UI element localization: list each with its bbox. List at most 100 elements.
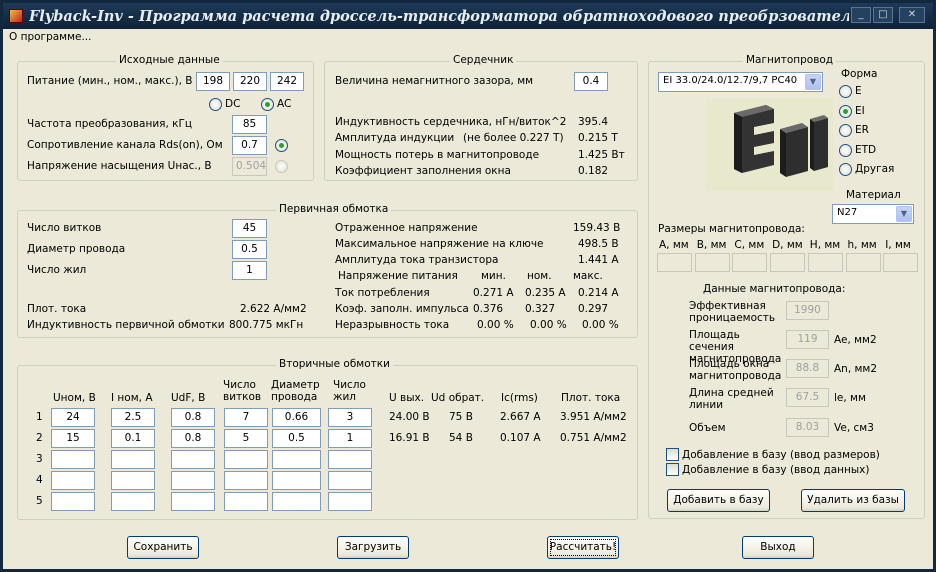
- sec-udrev: 75 В: [449, 411, 473, 423]
- turns-input[interactable]: 45: [232, 219, 267, 238]
- gap-input[interactable]: 0.4: [574, 72, 608, 91]
- delete-from-db-button[interactable]: Удалить из базы: [801, 489, 905, 512]
- ve-label: Объем: [689, 422, 726, 434]
- freq-input[interactable]: 85: [232, 115, 267, 134]
- core-select-value: EI 33.0/24.0/12.7/9,7 PC40: [663, 75, 798, 86]
- shape-radio-4[interactable]: [839, 143, 852, 157]
- input-group-title: Исходные данные: [116, 54, 223, 66]
- strands-input[interactable]: 1: [232, 261, 267, 280]
- ve-input[interactable]: 8.03: [786, 418, 829, 437]
- dim-input-7[interactable]: [883, 253, 919, 272]
- sec-u-input[interactable]: 15: [51, 429, 95, 448]
- ac-radio[interactable]: [261, 98, 274, 111]
- sec-turns-input[interactable]: [224, 471, 268, 490]
- supply-label: Питание (мин., ном., макс.), В: [27, 75, 193, 87]
- vmax-input[interactable]: 242: [270, 72, 304, 91]
- dim-label-4: D, мм: [772, 239, 803, 251]
- vmin-input[interactable]: 198: [196, 72, 230, 91]
- add-dims-label: Добавление в базу (ввод размеров): [682, 449, 880, 461]
- col-nom: ном.: [527, 270, 552, 282]
- title-bar[interactable]: Flyback-Inv - Программа расчета дроссель…: [3, 3, 933, 29]
- sec-wire-input[interactable]: [272, 450, 321, 469]
- sec-udf-input[interactable]: [171, 450, 215, 469]
- load-button[interactable]: Загрузить: [337, 536, 409, 559]
- core-select[interactable]: EI 33.0/24.0/12.7/9,7 PC40 ▼: [658, 72, 823, 92]
- calculate-button[interactable]: Рассчитать!: [547, 536, 619, 559]
- sec-udf-input[interactable]: 0.8: [171, 408, 215, 427]
- shape-radio-1[interactable]: [839, 85, 852, 98]
- sec-turns-input[interactable]: 7: [224, 408, 268, 427]
- dim-label-6: h, мм: [847, 239, 877, 251]
- icons-max: 0.214 А: [578, 287, 619, 299]
- sec-turns-input[interactable]: 5: [224, 429, 268, 448]
- sec-u-input[interactable]: [51, 471, 95, 490]
- add-to-db-button[interactable]: Добавить в базу: [667, 489, 770, 512]
- sec-i-input[interactable]: 0.1: [111, 429, 155, 448]
- dc-radio[interactable]: [209, 98, 222, 111]
- shape-radio-5[interactable]: [839, 163, 852, 176]
- dc-label: DC: [225, 98, 241, 110]
- sec-str-input[interactable]: 3: [328, 408, 372, 427]
- save-button[interactable]: Сохранить: [127, 536, 199, 559]
- dim-input-6[interactable]: [845, 253, 881, 272]
- sec-u-input[interactable]: 24: [51, 408, 95, 427]
- sec-i-input[interactable]: [111, 492, 155, 511]
- dim-input-3[interactable]: [732, 253, 768, 272]
- sec-u-input[interactable]: [51, 492, 95, 511]
- sec-wire-input[interactable]: [272, 492, 321, 511]
- rds-input[interactable]: 0.7: [232, 136, 267, 155]
- sec-i-input[interactable]: [111, 450, 155, 469]
- sec-turns-input[interactable]: [224, 492, 268, 511]
- sec-u-input[interactable]: [51, 450, 95, 469]
- an-input[interactable]: 88.8: [786, 359, 829, 378]
- an-unit: An, мм2: [834, 363, 878, 375]
- chevron-down-icon[interactable]: ▼: [805, 74, 821, 90]
- material-value: N27: [837, 207, 858, 218]
- add-data-checkbox[interactable]: [666, 463, 679, 476]
- wire-input[interactable]: 0.5: [232, 240, 267, 259]
- minimize-button[interactable]: _: [851, 7, 871, 23]
- shape-label-2: EI: [855, 104, 865, 117]
- sec-wire-input[interactable]: 0.66: [272, 408, 321, 427]
- sec-turns-input[interactable]: [224, 450, 268, 469]
- ve-unit: Ve, см3: [834, 422, 874, 434]
- vnom-input[interactable]: 220: [233, 72, 267, 91]
- dim-label-5: H, мм: [809, 239, 841, 251]
- rds-radio[interactable]: [275, 139, 288, 152]
- sec-i-input[interactable]: [111, 471, 155, 490]
- usat-radio[interactable]: [275, 160, 288, 173]
- cont-nom: 0.00 %: [530, 319, 567, 331]
- exit-button[interactable]: Выход: [742, 536, 814, 559]
- sec-str-input[interactable]: [328, 450, 372, 469]
- shape-radio-2[interactable]: [839, 104, 852, 118]
- mu-input[interactable]: 1990: [786, 301, 829, 320]
- sec-udf-input[interactable]: 0.8: [171, 429, 215, 448]
- sec-str-input[interactable]: [328, 492, 372, 511]
- le-input[interactable]: 67.5: [786, 388, 829, 407]
- dim-input-2[interactable]: [694, 253, 730, 272]
- menu-about[interactable]: О программе...: [9, 31, 92, 43]
- close-button[interactable]: ✕: [899, 7, 925, 23]
- sec-row-num: 3: [36, 453, 43, 465]
- material-select[interactable]: N27 ▼: [832, 204, 914, 224]
- chevron-down-icon[interactable]: ▼: [896, 206, 912, 222]
- sec-wire-input[interactable]: 0.5: [272, 429, 321, 448]
- usat-input[interactable]: 0.504: [232, 157, 267, 176]
- sec-header-1: Uном, В: [53, 392, 96, 404]
- dim-input-5[interactable]: [807, 253, 843, 272]
- dim-input-1[interactable]: [657, 253, 692, 272]
- sec-i-input[interactable]: 2.5: [111, 408, 155, 427]
- sec-header-8: Ud обрат.: [431, 392, 485, 404]
- ae-input[interactable]: 119: [786, 330, 829, 349]
- add-dims-checkbox[interactable]: [666, 448, 679, 461]
- maximize-button[interactable]: □: [873, 7, 893, 23]
- sec-str-input[interactable]: [328, 471, 372, 490]
- sec-udf-input[interactable]: [171, 492, 215, 511]
- shape-radio-3[interactable]: [839, 124, 852, 137]
- vr-value: 159.43 В: [573, 222, 621, 234]
- sec-wire-input[interactable]: [272, 471, 321, 490]
- sec-udf-input[interactable]: [171, 471, 215, 490]
- b-value: 0.215 Т: [578, 132, 618, 144]
- dim-input-4[interactable]: [770, 253, 806, 272]
- sec-str-input[interactable]: 1: [328, 429, 372, 448]
